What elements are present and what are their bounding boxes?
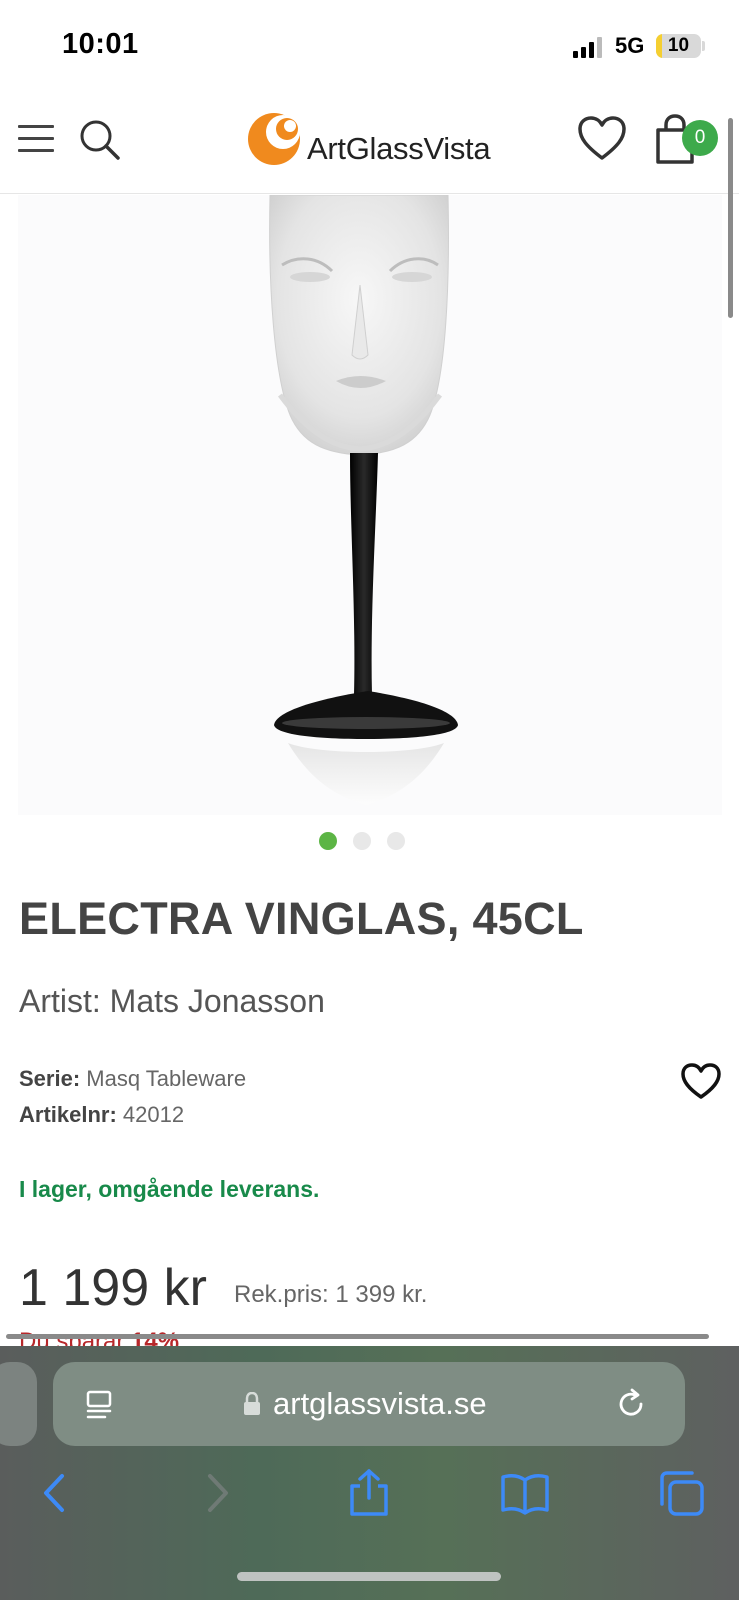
carousel-dot-3[interactable] — [387, 832, 405, 850]
battery-icon: 10 — [656, 34, 701, 58]
hamburger-icon[interactable] — [18, 125, 54, 153]
status-bar: 10:01 5G 10 — [0, 0, 739, 92]
address-bar[interactable]: artglassvista.se — [53, 1362, 685, 1446]
status-time: 10:01 — [62, 28, 139, 60]
share-icon[interactable] — [344, 1468, 394, 1518]
carousel-dot-2[interactable] — [353, 832, 371, 850]
network-type: 5G — [615, 33, 645, 58]
product-article-number: Artikelnr: 42012 — [19, 1102, 184, 1128]
tabs-icon[interactable] — [656, 1468, 706, 1518]
product-series: Serie: Masq Tableware — [19, 1066, 246, 1092]
back-icon[interactable] — [32, 1468, 82, 1518]
product-title: ELECTRA VINGLAS, 45CL — [19, 893, 584, 944]
product-price: 1 199 kr — [19, 1259, 207, 1317]
article-value: 42012 — [122, 1102, 185, 1127]
bookmarks-icon[interactable] — [500, 1468, 550, 1518]
product-artist[interactable]: Artist: Mats Jonasson — [19, 983, 325, 1020]
scrollbar[interactable] — [728, 118, 733, 318]
recommended-price: Rek.pris: 1 399 kr. — [234, 1281, 428, 1308]
stock-status: I lager, omgående leverans. — [19, 1176, 320, 1202]
series-value[interactable]: Masq Tableware — [86, 1066, 246, 1091]
lock-icon — [244, 1392, 260, 1415]
site-logo[interactable]: ArtGlassVista — [246, 106, 496, 172]
article-label: Artikelnr: — [19, 1102, 117, 1127]
product-image[interactable] — [18, 195, 722, 815]
browser-toolbar: artglassvista.se — [0, 1346, 739, 1600]
series-label: Serie: — [19, 1066, 81, 1091]
search-icon[interactable] — [78, 118, 122, 162]
horizontal-scrollbar[interactable] — [6, 1334, 709, 1339]
battery-tip — [702, 41, 705, 51]
cart-button[interactable]: 0 — [652, 112, 722, 170]
site-header: ArtGlassVista 0 — [0, 92, 739, 194]
cellular-signal-icon — [573, 36, 605, 58]
brand-name: ArtGlassVista — [307, 131, 491, 166]
carousel-dot-1[interactable] — [319, 832, 337, 850]
cart-count-badge: 0 — [682, 120, 718, 156]
url-text[interactable]: artglassvista.se — [273, 1386, 487, 1422]
reload-icon[interactable] — [613, 1386, 649, 1422]
add-to-wishlist-icon[interactable] — [680, 1062, 722, 1102]
logo-mark-icon — [248, 113, 300, 165]
forward-icon[interactable] — [190, 1468, 240, 1518]
battery-level: 10 — [667, 35, 690, 56]
previous-tab-preview[interactable] — [0, 1362, 37, 1446]
heart-icon[interactable] — [576, 114, 628, 164]
wine-glass-illustration — [18, 195, 722, 815]
page-menu-icon[interactable] — [83, 1388, 115, 1420]
home-indicator[interactable] — [237, 1572, 501, 1581]
